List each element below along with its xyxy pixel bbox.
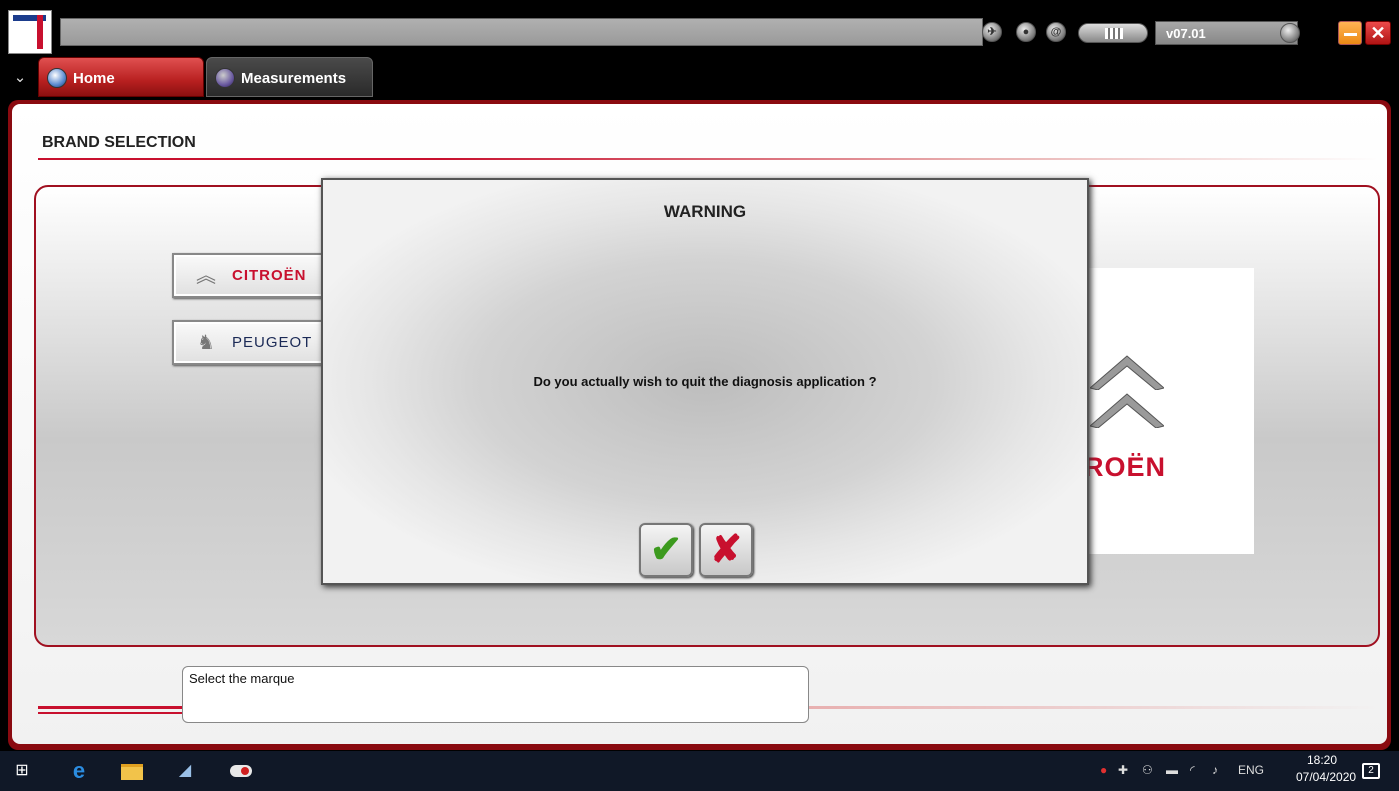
cross-icon: ✘: [710, 529, 742, 571]
page-title: BRAND SELECTION: [42, 134, 196, 151]
battery-icon: [1078, 23, 1148, 43]
citroen-chevron-icon: [1090, 355, 1164, 390]
confirm-button[interactable]: ✔: [639, 523, 693, 577]
waveform-icon: [215, 68, 235, 88]
status-message: Select the marque: [182, 666, 809, 723]
title-field: [60, 18, 983, 46]
diagnosis-app-icon[interactable]: [230, 765, 252, 777]
app-window: ✈ ● @ v07.01 ✕ ⌄ Home Measurements BRAND…: [0, 0, 1399, 791]
minimize-button[interactable]: [1338, 21, 1362, 45]
taskbar: ⊞ e ◢ ● ✚ ⚇ ▬ ◜ ♪ ENG: [0, 751, 1399, 791]
chevron-down-icon[interactable]: ⌄: [8, 66, 32, 90]
file-explorer-icon[interactable]: [121, 764, 143, 780]
tab-measurements-label: Measurements: [241, 70, 347, 87]
divider: [808, 706, 1378, 709]
brand-button-citroen[interactable]: ︽ CITROËN: [172, 253, 332, 298]
clock-time: 18:20: [1306, 753, 1338, 767]
user-icon[interactable]: ●: [1016, 22, 1036, 42]
divider: [38, 706, 184, 709]
device-icon[interactable]: ▬: [1166, 763, 1178, 777]
edge-browser-icon[interactable]: e: [67, 760, 91, 782]
volume-icon[interactable]: ♪: [1212, 763, 1218, 777]
dialog-title: WARNING: [663, 202, 747, 221]
windows-start-icon[interactable]: ⊞: [11, 761, 33, 781]
home-globe-icon: [47, 68, 67, 88]
dialog-message: Do you actually wish to quit the diagnos…: [533, 374, 877, 389]
tab-bar: ⌄ Home Measurements: [0, 54, 1399, 100]
title-divider: [38, 158, 1378, 160]
peugeot-lion-icon: ♞: [197, 332, 215, 354]
power-icon[interactable]: [1280, 23, 1300, 43]
language-indicator[interactable]: ENG: [1238, 763, 1264, 777]
record-icon[interactable]: ●: [1100, 763, 1107, 777]
preview-brand-name: ROËN: [1084, 452, 1167, 482]
brand-button-peugeot[interactable]: ♞ PEUGEOT: [172, 320, 332, 365]
app-logo: [8, 10, 52, 54]
wifi-icon[interactable]: ◜: [1190, 763, 1195, 777]
checkmark-icon: ✔: [650, 529, 682, 571]
globe-icon[interactable]: ✈: [982, 22, 1002, 42]
taskbar-clock[interactable]: 18:20 07/04/2020: [1296, 752, 1357, 786]
brand-label-citroen: CITROËN: [232, 267, 307, 284]
version-label: v07.01: [1155, 21, 1298, 45]
citroen-chevron-icon: [1090, 393, 1164, 428]
clock-date: 07/04/2020: [1296, 770, 1357, 784]
citroen-chevrons-icon: ︽: [196, 265, 216, 287]
tab-measurements[interactable]: Measurements: [206, 57, 373, 97]
brand-label-peugeot: PEUGEOT: [232, 334, 313, 351]
notification-count: 2: [1368, 765, 1374, 776]
at-icon[interactable]: @: [1046, 22, 1066, 42]
network-icon[interactable]: ⚇: [1142, 763, 1153, 777]
notification-icon[interactable]: 2: [1362, 763, 1380, 779]
cancel-button[interactable]: ✘: [699, 523, 753, 577]
title-bar: ✈ ● @ v07.01 ✕: [0, 0, 1399, 54]
app-shortcut-icon[interactable]: ◢: [174, 761, 196, 781]
close-button[interactable]: ✕: [1365, 21, 1391, 45]
security-icon[interactable]: ✚: [1118, 763, 1128, 777]
tab-home-label: Home: [73, 70, 115, 87]
divider: [38, 712, 184, 714]
warning-dialog: WARNING Do you actually wish to quit the…: [321, 178, 1089, 585]
tab-home[interactable]: Home: [38, 57, 204, 97]
